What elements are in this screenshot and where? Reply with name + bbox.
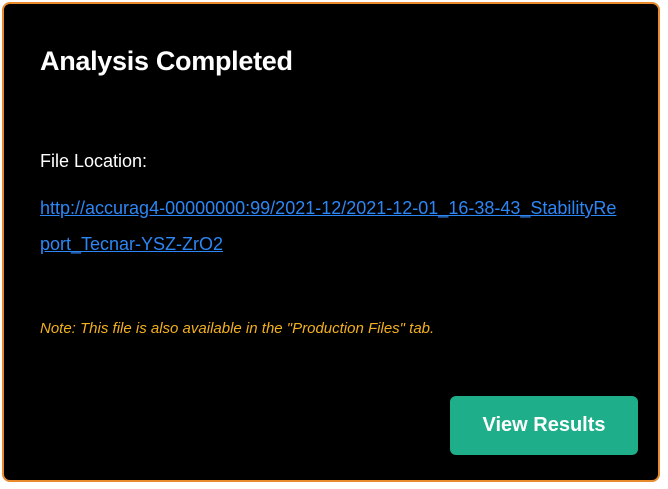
production-files-note: Note: This file is also available in the… (40, 320, 435, 337)
dialog-title: Analysis Completed (40, 46, 293, 76)
view-results-button[interactable]: View Results (450, 396, 638, 455)
analysis-completed-dialog: Analysis Completed File Location: http:/… (2, 2, 660, 482)
file-location-link[interactable]: http://accurag4-00000000:99/2021-12/2021… (40, 190, 620, 262)
file-location-label: File Location: (40, 151, 148, 171)
